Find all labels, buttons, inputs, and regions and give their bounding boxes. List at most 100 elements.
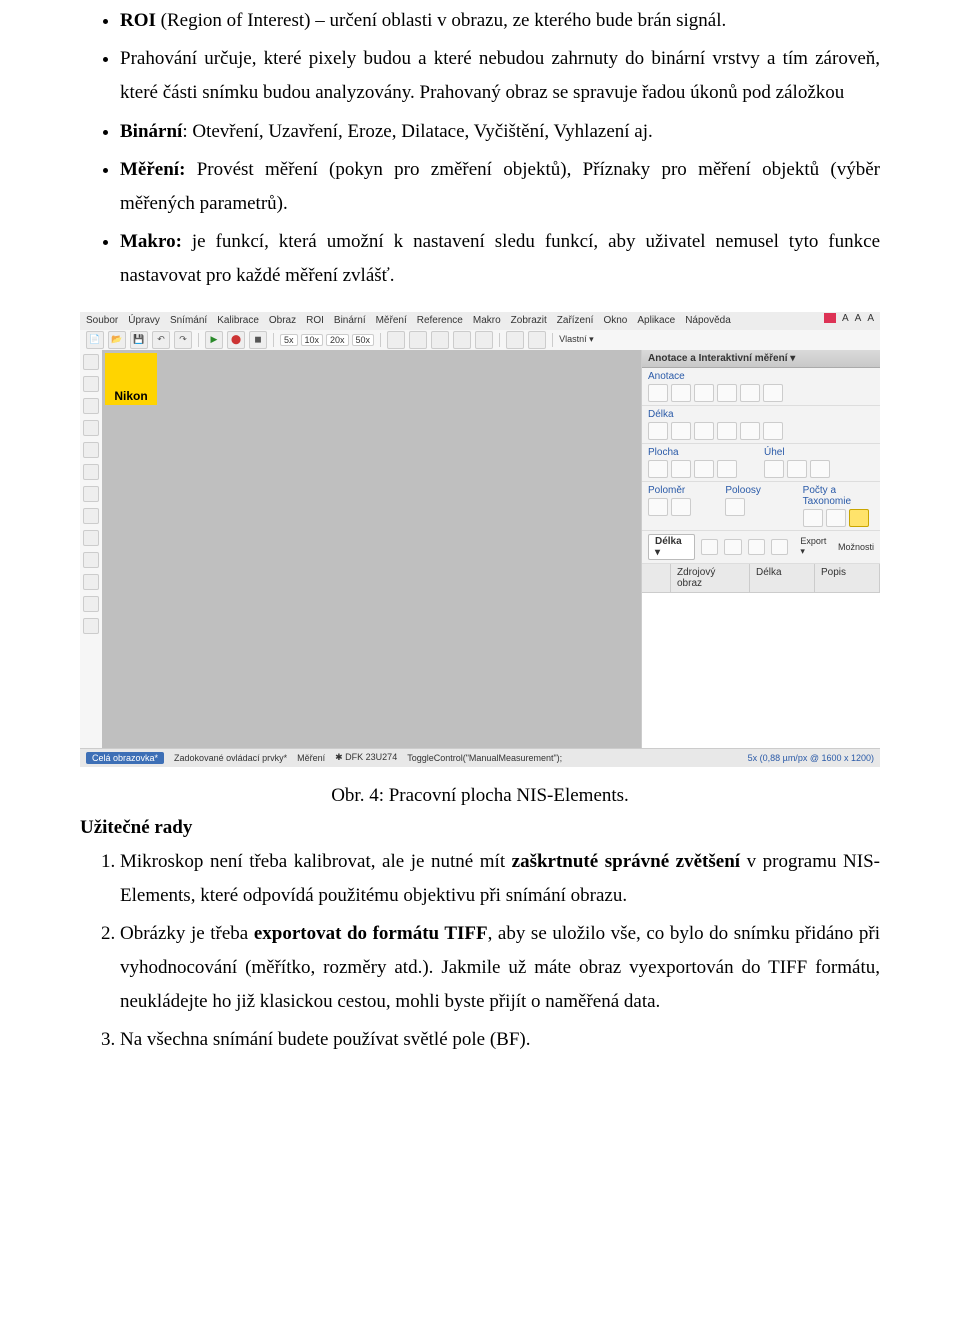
uhel-btn-3-icon[interactable] (810, 460, 830, 478)
delka-btn-6-icon[interactable] (763, 422, 783, 440)
delka-btn-4-icon[interactable] (717, 422, 737, 440)
delka-btn-2-icon[interactable] (671, 422, 691, 440)
tbl-btn-2-icon[interactable] (724, 539, 741, 555)
plocha-btn-3-icon[interactable] (694, 460, 714, 478)
text-style-buttons: A A A (824, 313, 874, 324)
color-swatch-icon[interactable] (824, 313, 836, 323)
status-command: ToggleControl("ManualMeasurement"); (407, 753, 562, 763)
zoom-10x[interactable]: 10x (301, 334, 324, 346)
text-a2[interactable]: A (855, 313, 862, 324)
menu-roi[interactable]: ROI (306, 315, 324, 326)
tool-2-icon[interactable] (409, 331, 427, 349)
options-dropdown[interactable]: Možnosti (838, 542, 874, 552)
side-tool-12-icon[interactable] (83, 596, 99, 612)
delka-btn-5-icon[interactable] (740, 422, 760, 440)
side-tool-6-icon[interactable] (83, 464, 99, 480)
tbl-btn-3-icon[interactable] (748, 539, 765, 555)
menu-binarni[interactable]: Binární (334, 315, 366, 326)
plocha-btn-1-icon[interactable] (648, 460, 668, 478)
menu-zobrazit[interactable]: Zobrazit (511, 315, 547, 326)
tool-4-icon[interactable] (453, 331, 471, 349)
menu-upravy[interactable]: Úpravy (128, 315, 160, 326)
menu-kalibrace[interactable]: Kalibrace (217, 315, 259, 326)
status-tab-mereni[interactable]: Měření (297, 753, 325, 763)
tool-5-icon[interactable] (475, 331, 493, 349)
stop-icon[interactable]: ◼ (249, 331, 267, 349)
polomer-btn-2-icon[interactable] (671, 498, 691, 516)
menu-okno[interactable]: Okno (603, 315, 627, 326)
tbl-btn-4-icon[interactable] (771, 539, 788, 555)
menu-reference[interactable]: Reference (417, 315, 463, 326)
measure-type-dropdown[interactable]: Délka ▾ (648, 534, 695, 560)
uhel-btn-2-icon[interactable] (787, 460, 807, 478)
menu-obraz[interactable]: Obraz (269, 315, 296, 326)
redo-icon[interactable]: ↷ (174, 331, 192, 349)
side-tool-10-icon[interactable] (83, 552, 99, 568)
custom-dropdown[interactable]: Vlastní ▾ (559, 334, 594, 345)
col-popis[interactable]: Popis (815, 564, 880, 592)
record-icon[interactable]: ⬤ (227, 331, 245, 349)
anot-btn-3-icon[interactable] (694, 384, 714, 402)
poloosy-btn-1-icon[interactable] (725, 498, 745, 516)
menu-mereni[interactable]: Měření (376, 315, 407, 326)
menu-napoveda[interactable]: Nápověda (685, 315, 731, 326)
tbl-btn-1-icon[interactable] (701, 539, 718, 555)
text-a1[interactable]: A (842, 313, 849, 324)
anot-btn-5-icon[interactable] (740, 384, 760, 402)
side-tool-11-icon[interactable] (83, 574, 99, 590)
side-tool-2-icon[interactable] (83, 376, 99, 392)
polomer-btn-1-icon[interactable] (648, 498, 668, 516)
image-canvas[interactable]: Nikon (102, 350, 642, 749)
anot-btn-1-icon[interactable] (648, 384, 668, 402)
plocha-btn-4-icon[interactable] (717, 460, 737, 478)
side-tool-13-icon[interactable] (83, 618, 99, 634)
export-dropdown[interactable]: Export ▾ (800, 536, 832, 557)
menu-aplikace[interactable]: Aplikace (637, 315, 675, 326)
side-tool-4-icon[interactable] (83, 420, 99, 436)
uhel-btn-1-icon[interactable] (764, 460, 784, 478)
tip-1: Mikroskop není třeba kalibrovat, ale je … (120, 845, 880, 913)
menu-soubor[interactable]: Soubor (86, 315, 118, 326)
table-body[interactable] (642, 593, 880, 749)
menu-makro[interactable]: Makro (473, 315, 501, 326)
anot-btn-6-icon[interactable] (763, 384, 783, 402)
play-icon[interactable]: ▶ (205, 331, 223, 349)
bullet-roi: ROI (Region of Interest) – určení oblast… (120, 4, 880, 38)
zoom-20x[interactable]: 20x (326, 334, 349, 346)
zoom-5x[interactable]: 5x (280, 334, 298, 346)
tool-3-icon[interactable] (431, 331, 449, 349)
col-zdrojovy-obraz[interactable]: Zdrojový obraz (671, 564, 750, 592)
open-icon[interactable]: 📂 (108, 331, 126, 349)
side-tool-9-icon[interactable] (83, 530, 99, 546)
pocty-btn-1-icon[interactable] (803, 509, 823, 527)
col-marker[interactable] (642, 564, 671, 592)
tip-3: Na všechna snímání budete používat světl… (120, 1023, 880, 1057)
tool-1-icon[interactable] (387, 331, 405, 349)
panel-title[interactable]: Anotace a Interaktivní měření ▾ (642, 350, 880, 368)
menu-zarizeni[interactable]: Zařízení (557, 315, 594, 326)
status-fullscreen[interactable]: Celá obrazovka* (86, 752, 164, 764)
pocty-btn-3-icon[interactable] (849, 509, 869, 527)
tool-7-icon[interactable] (528, 331, 546, 349)
side-tool-1-icon[interactable] (83, 354, 99, 370)
anot-btn-4-icon[interactable] (717, 384, 737, 402)
status-tab-docked[interactable]: Zadokované ovládací prvky* (174, 753, 287, 763)
doc-bullets: ROI (Region of Interest) – určení oblast… (80, 4, 880, 294)
new-icon[interactable]: 📄 (86, 331, 104, 349)
save-icon[interactable]: 💾 (130, 331, 148, 349)
side-tool-8-icon[interactable] (83, 508, 99, 524)
side-tool-5-icon[interactable] (83, 442, 99, 458)
plocha-btn-2-icon[interactable] (671, 460, 691, 478)
text-a3[interactable]: A (867, 313, 874, 324)
anot-btn-2-icon[interactable] (671, 384, 691, 402)
delka-btn-1-icon[interactable] (648, 422, 668, 440)
pocty-btn-2-icon[interactable] (826, 509, 846, 527)
tool-6-icon[interactable] (506, 331, 524, 349)
delka-btn-3-icon[interactable] (694, 422, 714, 440)
col-delka[interactable]: Délka (750, 564, 815, 592)
zoom-50x[interactable]: 50x (352, 334, 375, 346)
side-tool-3-icon[interactable] (83, 398, 99, 414)
menu-snimani[interactable]: Snímání (170, 315, 207, 326)
side-tool-7-icon[interactable] (83, 486, 99, 502)
undo-icon[interactable]: ↶ (152, 331, 170, 349)
